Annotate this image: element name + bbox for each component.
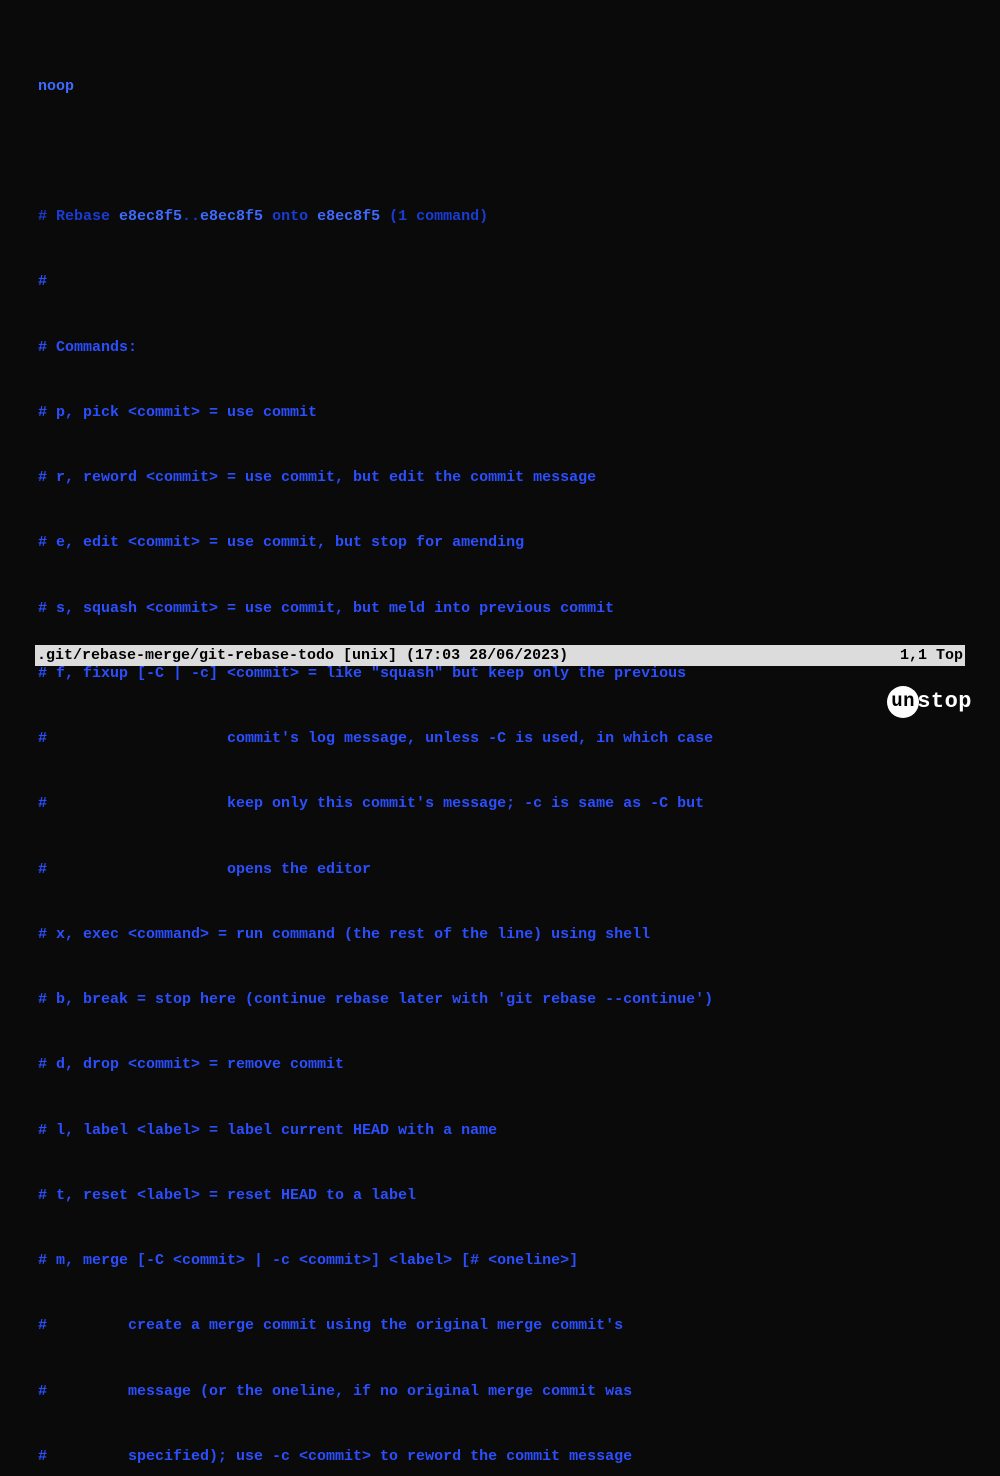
comment-line: # d, drop <commit> = remove commit (38, 1054, 962, 1076)
blank-line (38, 141, 962, 163)
comment-line: # s, squash <commit> = use commit, but m… (38, 598, 962, 620)
comment-line: # b, break = stop here (continue rebase … (38, 989, 962, 1011)
comment-line: # message (or the oneline, if no origina… (38, 1381, 962, 1403)
rebase-prefix: # Rebase (38, 208, 119, 225)
logo-circle-icon: un (887, 686, 919, 718)
rebase-hash-to: e8ec8f5 (200, 208, 263, 225)
comment-line: # r, reword <commit> = use commit, but e… (38, 467, 962, 489)
rebase-header-line: # Rebase e8ec8f5..e8ec8f5 onto e8ec8f5 (… (38, 206, 962, 228)
vim-statusbar: .git/rebase-merge/git-rebase-todo [unix]… (35, 645, 965, 666)
comment-line: # (38, 271, 962, 293)
rebase-hash-from: e8ec8f5 (119, 208, 182, 225)
comment-line: # Commands: (38, 337, 962, 359)
comment-line: # specified); use -c <commit> to reword … (38, 1446, 962, 1468)
comment-line: # create a merge commit using the origin… (38, 1315, 962, 1337)
comment-line: # f, fixup [-C | -c] <commit> = like "sq… (38, 663, 962, 685)
statusbar-filename: .git/rebase-merge/git-rebase-todo [unix]… (37, 645, 568, 666)
comment-line: # l, label <label> = label current HEAD … (38, 1120, 962, 1142)
comment-line: # m, merge [-C <commit> | -c <commit>] <… (38, 1250, 962, 1272)
comment-line: # keep only this commit's message; -c is… (38, 793, 962, 815)
rebase-hash-onto: e8ec8f5 (317, 208, 380, 225)
unstop-logo: unstop (887, 686, 972, 718)
comment-line: # t, reset <label> = reset HEAD to a lab… (38, 1185, 962, 1207)
comment-line: # commit's log message, unless -C is use… (38, 728, 962, 750)
editor-viewport[interactable]: noop # Rebase e8ec8f5..e8ec8f5 onto e8ec… (0, 0, 1000, 1476)
rebase-dots: .. (182, 208, 200, 225)
noop-command: noop (38, 76, 962, 98)
comment-line: # e, edit <commit> = use commit, but sto… (38, 532, 962, 554)
rebase-count: (1 command) (380, 208, 488, 225)
comment-line: # opens the editor (38, 859, 962, 881)
statusbar-position: 1,1 Top (900, 645, 963, 666)
rebase-onto: onto (263, 208, 317, 225)
comment-line: # x, exec <command> = run command (the r… (38, 924, 962, 946)
comment-line: # p, pick <commit> = use commit (38, 402, 962, 424)
logo-text: stop (917, 686, 972, 718)
